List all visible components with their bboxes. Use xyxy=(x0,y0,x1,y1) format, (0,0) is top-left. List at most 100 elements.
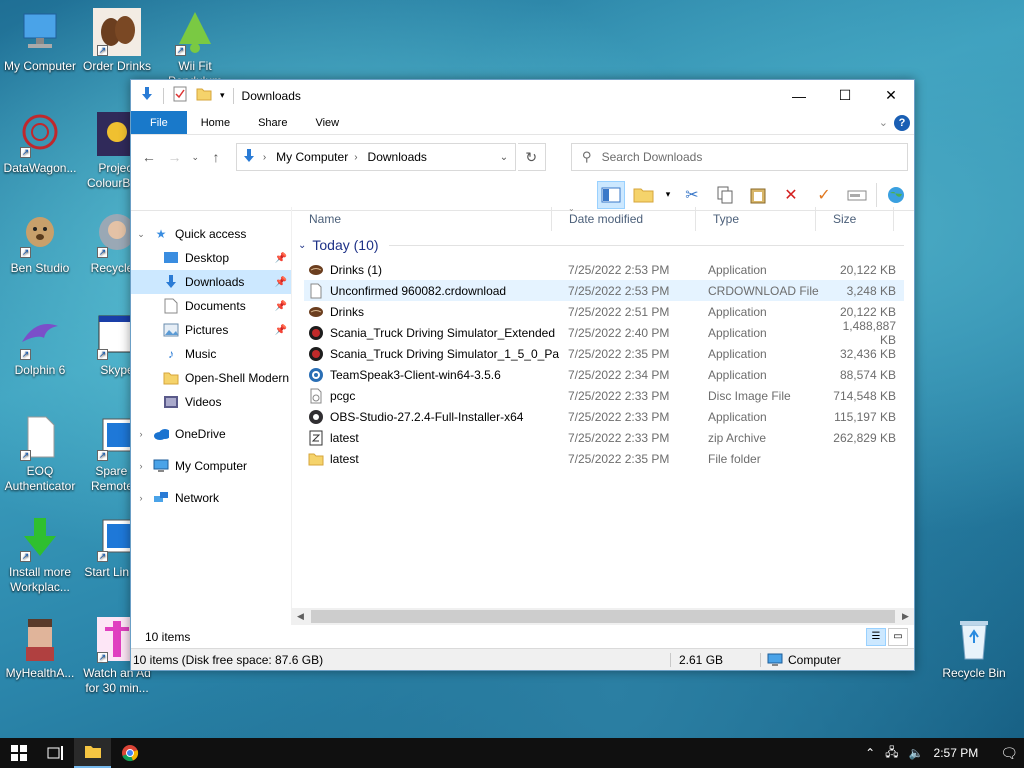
taskbar-file-explorer[interactable] xyxy=(74,738,111,768)
refresh-button[interactable]: ↻ xyxy=(517,143,546,171)
nav-desktop[interactable]: Desktop 📌 xyxy=(131,246,291,270)
tab-home[interactable]: Home xyxy=(187,111,244,134)
breadcrumb-my-computer[interactable]: My Computer xyxy=(276,150,348,164)
show-hidden-icons-icon[interactable]: ⌃ xyxy=(865,746,875,760)
search-input[interactable]: ⚲ Search Downloads xyxy=(570,143,908,171)
globe-icon[interactable] xyxy=(882,181,910,209)
desktop-icon-myhealth[interactable]: MyHealthA... xyxy=(0,615,80,681)
select-check-icon[interactable]: ✓ xyxy=(810,181,838,209)
cut-icon[interactable]: ✂ xyxy=(678,181,706,209)
back-button[interactable]: ← xyxy=(137,145,161,169)
file-row[interactable]: pcgc 7/25/2022 2:33 PM Disc Image File 714,… xyxy=(304,385,904,406)
volume-icon[interactable]: 🔈 xyxy=(909,746,924,760)
horizontal-scrollbar[interactable]: ◀ ▶ xyxy=(292,608,914,625)
details-view-icon[interactable]: ☰ xyxy=(866,627,886,646)
file-row[interactable]: Drinks 7/25/2022 2:51 PM Application 20,122… xyxy=(304,301,904,322)
nav-quick-access[interactable]: ⌄ ★ Quick access xyxy=(131,222,291,246)
minimize-button[interactable]: — xyxy=(776,81,822,111)
tab-share[interactable]: Share xyxy=(244,111,301,134)
file-row[interactable]: Drinks (1) 7/25/2022 2:53 PM Application 20… xyxy=(304,259,904,280)
nav-open-shell-modern[interactable]: Open-Shell Modern xyxy=(131,366,291,390)
shortcut-arrow-icon: ↗ xyxy=(97,652,108,663)
shortcut-arrow-icon: ↗ xyxy=(20,450,31,461)
folder-options-icon[interactable] xyxy=(630,181,658,209)
file-row[interactable]: latest 7/25/2022 2:33 PM zip Archive 262,82… xyxy=(304,427,904,448)
preview-pane-button[interactable] xyxy=(597,180,625,209)
paste-icon[interactable] xyxy=(744,181,772,209)
nav-videos[interactable]: Videos xyxy=(131,390,291,414)
nav-onedrive[interactable]: › OneDrive xyxy=(131,422,291,446)
file-row[interactable]: Unconfirmed 960082.crdownload 7/25/2022 2… xyxy=(304,280,904,301)
start-button[interactable] xyxy=(0,738,37,768)
nav-documents[interactable]: Documents 📌 xyxy=(131,294,291,318)
music-icon: ♪ xyxy=(168,347,174,361)
pin-icon[interactable]: 📌 xyxy=(275,325,287,336)
nav-network[interactable]: › Network xyxy=(131,486,291,510)
close-button[interactable]: ✕ xyxy=(868,81,914,111)
chevron-down-icon[interactable]: ⌄ xyxy=(135,229,147,240)
file-row[interactable]: TeamSpeak3-Client-win64-3.5.6 7/25/2022 2… xyxy=(304,364,904,385)
desktop-icon-datawagon[interactable]: ↗ DataWagon... xyxy=(0,110,80,176)
file-row[interactable]: OBS-Studio-27.2.4-Full-Installer-x64 7/25… xyxy=(304,406,904,427)
breadcrumb-downloads[interactable]: Downloads xyxy=(368,150,427,164)
chevron-right-icon[interactable]: › xyxy=(135,493,147,503)
help-icon[interactable]: ? xyxy=(894,114,910,131)
tab-view[interactable]: View xyxy=(301,111,353,134)
desktop-icon-my-computer[interactable]: My Computer xyxy=(0,8,80,74)
tab-file[interactable]: File xyxy=(131,111,187,134)
desktop-icon-order-drinks[interactable]: ↗ Order Drinks xyxy=(77,8,157,74)
scrollbar-thumb[interactable] xyxy=(311,610,895,623)
chevron-right-icon[interactable]: › xyxy=(354,152,357,163)
pin-icon[interactable]: 📌 xyxy=(275,253,287,264)
copy-icon[interactable] xyxy=(711,181,739,209)
customize-qat-icon[interactable]: ▾ xyxy=(220,90,225,101)
nav-downloads[interactable]: Downloads 📌 xyxy=(131,270,291,294)
nav-music[interactable]: ♪ Music xyxy=(131,342,291,366)
desktop-icon-recycle-bin[interactable]: Recycle Bin xyxy=(934,615,1014,681)
expand-ribbon-icon[interactable]: ⌄ xyxy=(879,116,888,129)
dropdown-arrow-icon[interactable]: ▾ xyxy=(663,181,673,209)
chevron-right-icon[interactable]: › xyxy=(135,461,147,471)
desktop-icon-wii-fit[interactable]: ↗ Wii Fit Pendulum xyxy=(155,8,235,89)
file-row[interactable]: Scania_Truck Driving Simulator_1_5_0_Pa.… xyxy=(304,343,904,364)
clock[interactable]: 2:57 PM xyxy=(934,746,979,760)
file-size: 714,548 KB xyxy=(833,388,896,403)
pin-icon[interactable]: 📌 xyxy=(275,277,287,288)
desktop-icon-install-more[interactable]: ↗ Install more Workplac... xyxy=(0,514,80,595)
desktop-icon-eoq-authenticator[interactable]: ↗ EOQ Authenticator xyxy=(0,413,80,494)
large-icons-view-icon[interactable]: ▭ xyxy=(888,627,908,646)
chevron-down-icon[interactable]: ⌄ xyxy=(493,152,515,163)
chevron-right-icon[interactable]: › xyxy=(135,429,147,439)
person-icon xyxy=(16,615,64,663)
recent-locations-button[interactable]: ⌄ xyxy=(188,145,202,169)
delete-icon[interactable]: ✕ xyxy=(777,181,805,209)
column-header-name[interactable]: Name xyxy=(292,207,552,231)
file-row[interactable]: Scania_Truck Driving Simulator_Extended 7… xyxy=(304,319,904,347)
desktop-icon-ben-studio[interactable]: ↗ Ben Studio xyxy=(0,210,80,276)
up-button[interactable]: ↑ xyxy=(204,145,228,169)
notifications-icon[interactable]: 🗨 xyxy=(988,745,1018,762)
properties-icon[interactable] xyxy=(172,86,188,105)
nav-my-computer[interactable]: › My Computer xyxy=(131,454,291,478)
file-row[interactable]: latest 7/25/2022 2:35 PM File folder xyxy=(304,448,904,469)
coffee-icon xyxy=(308,304,324,320)
taskbar-chrome[interactable] xyxy=(111,738,148,768)
desktop-icon-dolphin[interactable]: ↗ Dolphin 6 xyxy=(0,312,80,378)
column-header-size[interactable]: Size xyxy=(816,207,894,231)
scroll-left-icon[interactable]: ◀ xyxy=(292,611,309,622)
forward-button[interactable]: → xyxy=(163,145,187,169)
pin-icon[interactable]: 📌 xyxy=(275,301,287,312)
chevron-down-icon[interactable]: ⌄ xyxy=(298,240,306,251)
new-folder-icon[interactable] xyxy=(196,86,212,105)
file-type: zip Archive xyxy=(708,430,767,445)
task-view-button[interactable] xyxy=(37,738,74,768)
maximize-button[interactable]: ☐ xyxy=(822,81,868,111)
title-bar[interactable]: ▾ Downloads — ☐ ✕ xyxy=(131,80,914,111)
column-header-type[interactable]: Type xyxy=(696,207,816,231)
address-bar[interactable]: › My Computer › Downloads ⌄ xyxy=(235,143,516,171)
rename-icon[interactable] xyxy=(843,181,871,209)
group-header-today[interactable]: ⌄ Today (10) xyxy=(292,231,914,259)
network-tray-icon[interactable]: 🖧 xyxy=(885,743,898,764)
scroll-right-icon[interactable]: ▶ xyxy=(897,611,914,622)
nav-pictures[interactable]: Pictures 📌 xyxy=(131,318,291,342)
